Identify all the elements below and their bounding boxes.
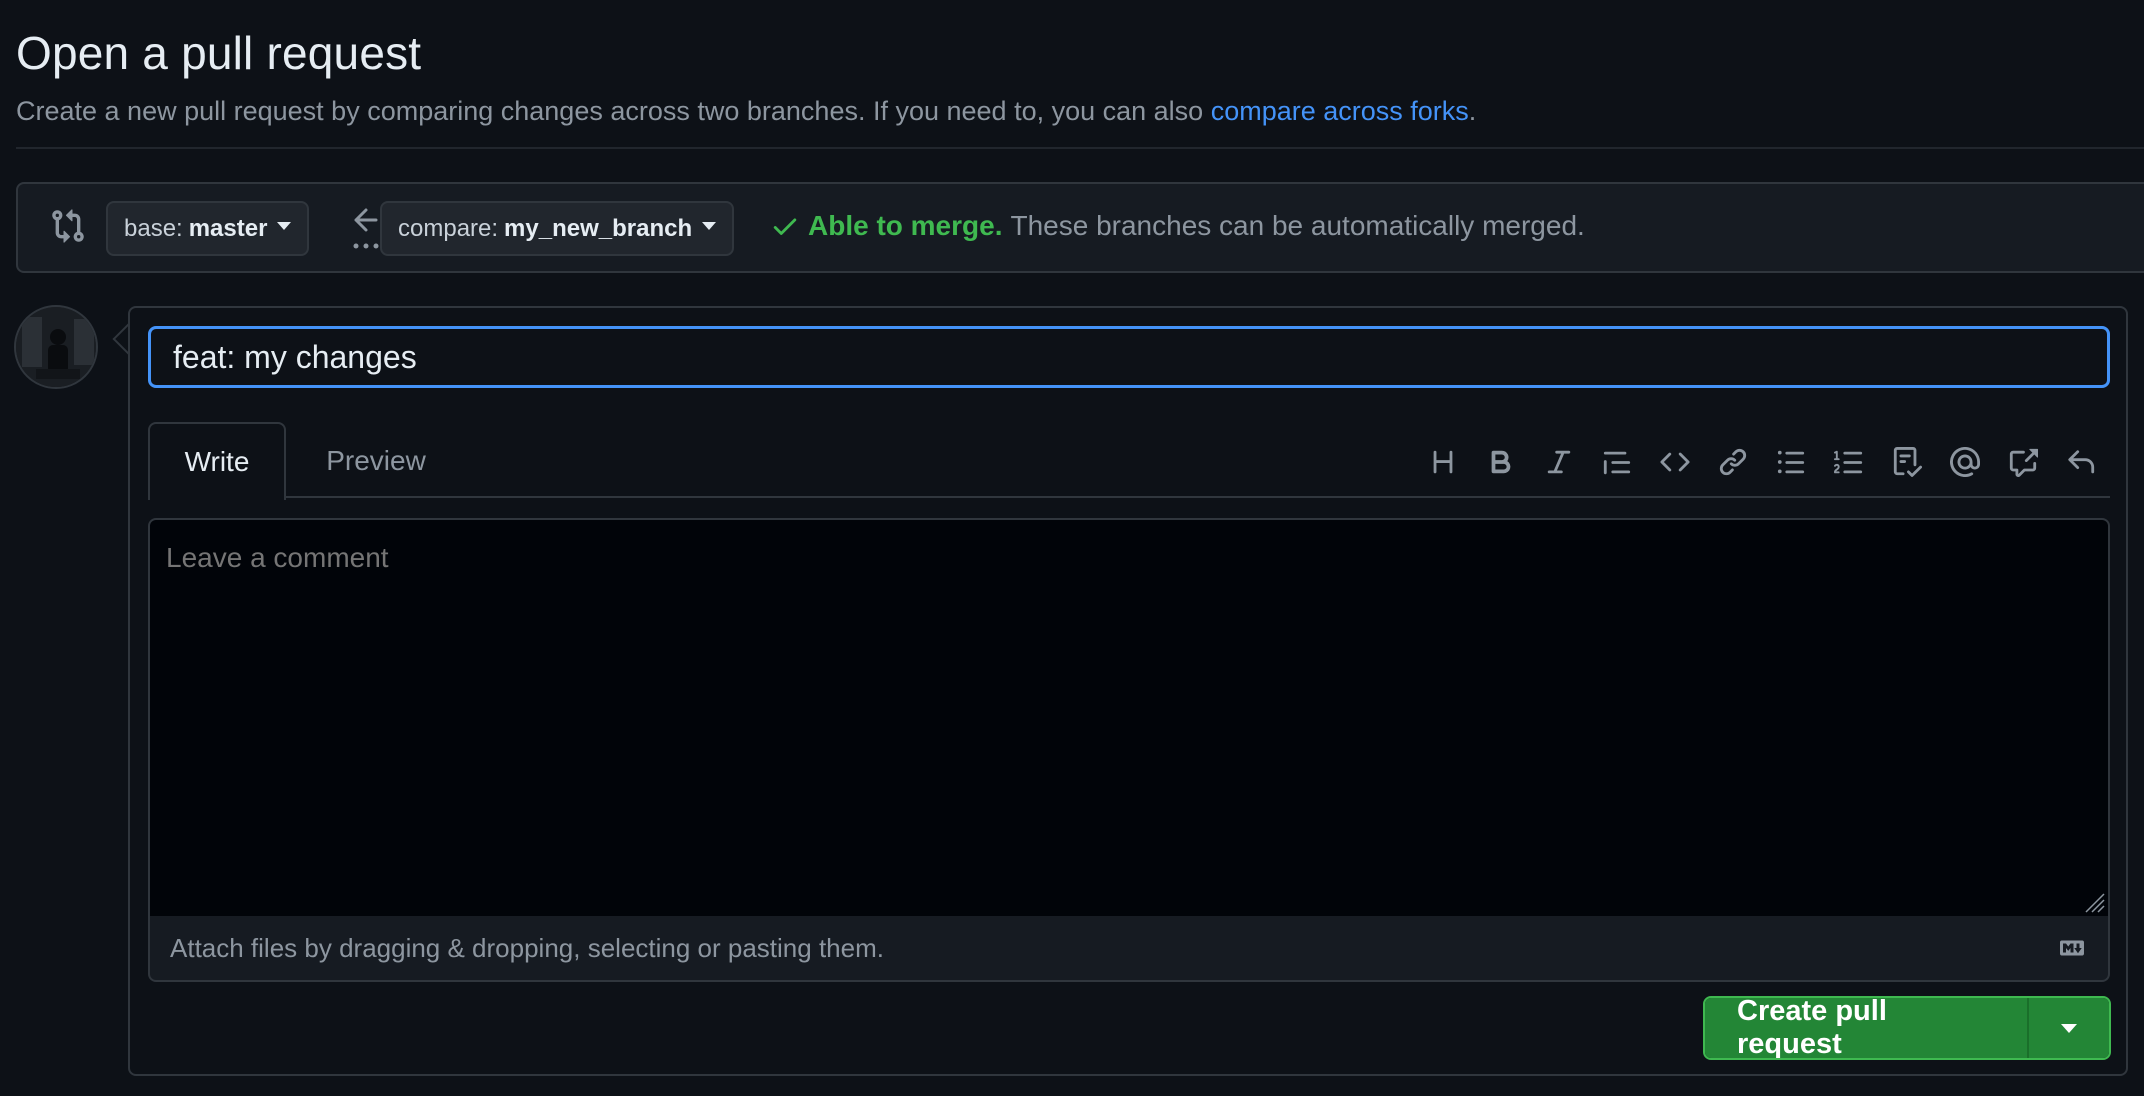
- base-value: master: [188, 214, 268, 242]
- quote-icon[interactable]: [1588, 440, 1646, 484]
- compare-value: my_new_branch: [504, 214, 693, 242]
- tab-preview[interactable]: Preview: [320, 422, 432, 500]
- avatar[interactable]: [14, 305, 98, 389]
- merge-description: These branches can be automatically merg…: [1010, 210, 1585, 241]
- create-pull-request-button[interactable]: Create pull request: [1705, 998, 2027, 1058]
- create-options-dropdown[interactable]: [2027, 998, 2109, 1058]
- header-divider: [16, 147, 2144, 149]
- compare-range-bar: base: master compare: my_new_branch Able…: [16, 182, 2144, 273]
- pull-request-form: Write Preview: [128, 306, 2128, 1076]
- heading-icon[interactable]: [1414, 440, 1472, 484]
- reply-icon[interactable]: [2052, 440, 2110, 484]
- create-pr-button-group: Create pull request: [1703, 996, 2111, 1060]
- page-title: Open a pull request: [16, 27, 422, 79]
- subtitle-suffix: .: [1468, 96, 1477, 126]
- base-branch-select[interactable]: base: master: [106, 201, 310, 256]
- unordered-list-icon[interactable]: [1762, 440, 1820, 484]
- git-compare-icon: [52, 209, 84, 243]
- chevron-down-icon: [702, 221, 717, 230]
- chevron-down-icon: [277, 221, 292, 230]
- base-label: base:: [124, 214, 183, 242]
- bold-icon[interactable]: [1472, 440, 1530, 484]
- resize-handle-icon[interactable]: [2080, 888, 2106, 914]
- mention-icon[interactable]: [1936, 440, 1994, 484]
- code-icon[interactable]: [1646, 440, 1704, 484]
- task-list-icon[interactable]: [1878, 440, 1936, 484]
- tab-write[interactable]: Write: [148, 422, 286, 500]
- link-icon[interactable]: [1704, 440, 1762, 484]
- check-icon: [773, 218, 797, 235]
- page-subtitle: Create a new pull request by comparing c…: [16, 96, 1476, 127]
- markdown-icon[interactable]: [2054, 936, 2090, 960]
- editor-tabs: Write Preview: [148, 422, 2110, 500]
- pr-title-input[interactable]: [148, 326, 2110, 388]
- subtitle-text: Create a new pull request by comparing c…: [16, 96, 1211, 126]
- attach-files-bar[interactable]: Attach files by dragging & dropping, sel…: [148, 916, 2110, 982]
- compare-across-forks-link[interactable]: compare across forks: [1211, 96, 1469, 126]
- attach-files-text: Attach files by dragging & dropping, sel…: [170, 932, 884, 963]
- triangle-down-icon: [2061, 1023, 2077, 1033]
- markdown-toolbar: [1414, 440, 2110, 484]
- page: Open a pull request Create a new pull re…: [0, 0, 2144, 1096]
- ordered-list-icon[interactable]: [1820, 440, 1878, 484]
- merge-status: Able to merge. These branches can be aut…: [770, 210, 1585, 242]
- comment-textarea[interactable]: [148, 518, 2110, 918]
- compare-label: compare:: [398, 214, 499, 242]
- cross-reference-icon[interactable]: [1994, 440, 2052, 484]
- merge-ok-label: Able to merge.: [808, 210, 1003, 241]
- avatar-image: [16, 307, 96, 387]
- compare-branch-select[interactable]: compare: my_new_branch: [380, 201, 735, 256]
- italic-icon[interactable]: [1530, 440, 1588, 484]
